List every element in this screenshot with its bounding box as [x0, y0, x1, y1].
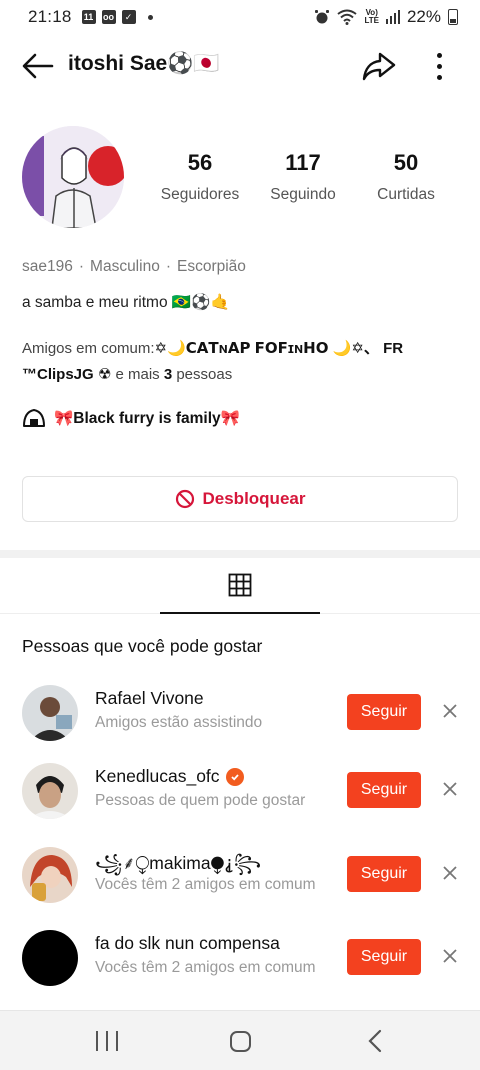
suggestion-avatar[interactable] [22, 930, 78, 986]
suggestion-row[interactable]: ꧁⸙⧬makima⧭⸘꧂ Vocês têm 2 amigos em comum… [0, 847, 480, 917]
suggestion-reason: Amigos estão assistindo [95, 714, 263, 731]
zodiac-sign: Escorpião [176, 258, 246, 275]
mutual-count: 3 [163, 366, 173, 383]
suggestion-reason: Vocês têm 2 amigos em comum [95, 876, 316, 893]
home-button[interactable] [230, 1031, 251, 1052]
close-icon [443, 866, 457, 880]
notification-icons: 11 oo ✓ [81, 10, 153, 24]
block-icon [175, 489, 194, 509]
volte-icon: Vo) LTE [364, 8, 379, 25]
profile-bio: a samba e meu ritmo 🇧🇷⚽🤙 [22, 294, 230, 311]
battery-percent: 22% [406, 7, 441, 26]
section-divider [0, 550, 480, 558]
dismiss-button[interactable] [438, 861, 462, 885]
community-name: 🎀Black furry is family🎀 [54, 409, 240, 427]
alarm-icon [315, 10, 330, 24]
back-button[interactable] [20, 48, 56, 84]
suggestions-title: Pessoas que você pode gostar [22, 636, 263, 656]
likes-stat: 50 Curtidas [370, 150, 442, 204]
profile-avatar[interactable] [22, 126, 124, 228]
unblock-button[interactable]: Desbloquear [22, 476, 458, 522]
suggestion-avatar[interactable] [22, 763, 78, 819]
suggestion-avatar[interactable] [22, 847, 78, 903]
suggestion-avatar[interactable] [22, 685, 78, 741]
follow-button[interactable]: Seguir [347, 939, 421, 975]
recent-apps-button[interactable] [96, 1031, 118, 1051]
more-notifications-icon [147, 14, 153, 20]
verified-badge-icon [225, 767, 244, 786]
more-icon [436, 52, 442, 58]
mutual-suffix: pessoas [176, 366, 233, 383]
likes-count: 50 [393, 150, 419, 175]
voicemail-icon: oo [101, 10, 116, 24]
likes-label: Curtidas [377, 186, 435, 203]
close-icon [443, 949, 457, 963]
unblock-label: Desbloquear [202, 489, 306, 508]
dismiss-button[interactable] [438, 944, 462, 968]
username: sae196 [22, 258, 73, 275]
following-count: 117 [285, 150, 321, 175]
gender: Masculino [90, 258, 160, 275]
share-icon [362, 52, 396, 81]
mutual-more: e mais [115, 366, 160, 383]
mutual-prefix: Amigos em comum: [22, 340, 155, 357]
close-icon [443, 704, 457, 718]
system-nav-bar [0, 1010, 480, 1070]
follow-button[interactable]: Seguir [347, 772, 421, 808]
back-chevron-icon [368, 1029, 382, 1053]
status-time: 21:18 [28, 7, 72, 26]
suggestion-name: Kenedlucas_ofc [95, 766, 244, 787]
status-bar: 21:18 11 oo ✓ Vo) LTE 22% [0, 0, 480, 34]
follow-button[interactable]: Seguir [347, 856, 421, 892]
grid-icon [228, 573, 252, 597]
check-icon: ✓ [121, 10, 136, 24]
dismiss-button[interactable] [438, 699, 462, 723]
recent-apps-icon [96, 1031, 98, 1051]
following-label: Seguindo [270, 186, 336, 203]
close-icon [443, 782, 457, 796]
wifi-icon [337, 9, 358, 25]
content-tabs [0, 558, 480, 614]
page-title: itoshi Sae⚽🇯🇵 [68, 52, 220, 75]
back-arrow-icon [22, 53, 54, 79]
suggestion-reason: Pessoas de quem pode gostar [95, 792, 306, 809]
suggestion-reason: Vocês têm 2 amigos em comum [95, 959, 316, 976]
suggestion-name: fa do slk nun compensa [95, 933, 280, 953]
profile-header: itoshi Sae⚽🇯🇵 [0, 38, 480, 94]
share-button[interactable] [361, 48, 397, 84]
more-options-button[interactable] [426, 48, 452, 84]
suggestion-row[interactable]: Kenedlucas_ofc Pessoas de quem pode gost… [0, 763, 480, 833]
profile-meta: sae196 · Masculino · Escorpião [22, 258, 246, 275]
followers-label: Seguidores [160, 186, 240, 203]
suggestion-row[interactable]: Rafael Vivone Amigos estão assistindo Se… [0, 685, 480, 755]
system-back-button[interactable] [366, 1029, 386, 1053]
community-link[interactable]: 🎀Black furry is family🎀 [22, 408, 240, 428]
mutual-friend-1: ✡🌙ꓚꓮꓔɴꓮꓑ ꓝꓳꓝɪɴꓧꓳ 🌙✡、 [154, 340, 379, 357]
following-stat[interactable]: 117 Seguindo [263, 150, 343, 204]
onigiri-icon [23, 409, 45, 427]
follow-button[interactable]: Seguir [347, 694, 421, 730]
suggestion-row[interactable]: fa do slk nun compensa Vocês têm 2 amigo… [0, 930, 480, 1000]
suggestion-name: Rafael Vivone [95, 688, 204, 708]
mutual-friends[interactable]: Amigos em comum:✡🌙ꓚꓮꓔɴꓮꓑ ꓝꓳꓝɪɴꓧꓳ 🌙✡、 FR … [22, 336, 462, 388]
dismiss-button[interactable] [438, 777, 462, 801]
followers-count: 56 [187, 150, 213, 175]
followers-stat[interactable]: 56 Seguidores [158, 150, 242, 204]
signal-icon [385, 10, 400, 24]
tab-videos-grid[interactable] [160, 558, 320, 614]
battery-icon [448, 9, 458, 25]
calendar-icon: 11 [81, 10, 96, 24]
